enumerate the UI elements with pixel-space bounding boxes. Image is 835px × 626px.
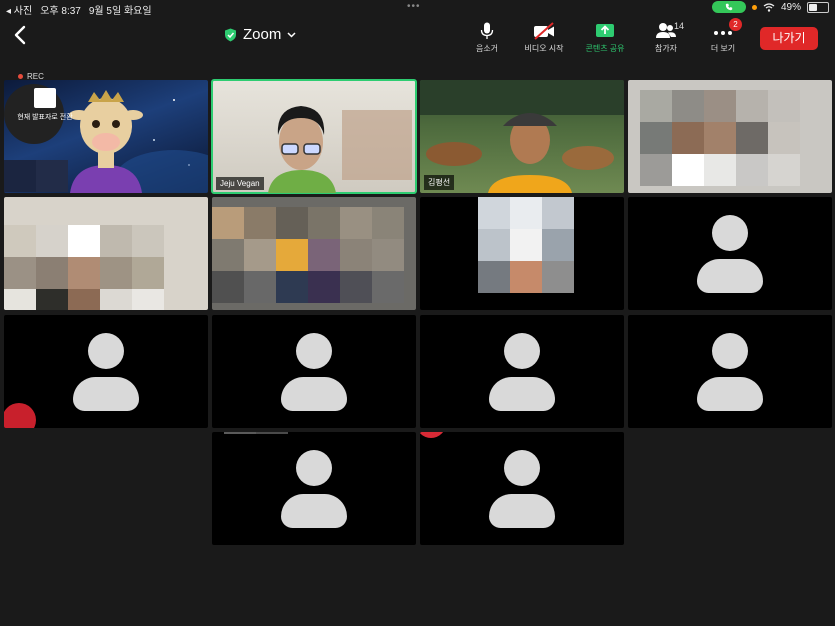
video-tile-blurred[interactable] [628, 80, 832, 193]
video-tile-farmer[interactable]: 김평선 [420, 80, 624, 193]
shield-check-icon [225, 28, 236, 41]
record-dot-icon [18, 74, 23, 79]
share-screen-icon [596, 24, 614, 37]
mute-button[interactable]: 음소거 [455, 22, 519, 54]
blurred-face [478, 197, 574, 293]
blurred-region [4, 160, 68, 192]
video-tile-no-video[interactable] [628, 315, 832, 428]
microphone-icon [480, 22, 494, 39]
video-tile-no-video[interactable] [212, 432, 416, 545]
status-time: 오후 8:37 [40, 6, 81, 17]
switch-to-active-speaker-label: 현재 발표자로 전환 [17, 114, 73, 121]
video-tile-blurred[interactable] [4, 197, 208, 310]
video-tile-no-video[interactable] [420, 432, 624, 545]
wifi-icon [763, 2, 775, 12]
meeting-toolbar: Zoom 음소거 비디오 시작 콘텐츠 공유 14 참가자 2 더 보기 나가기 [0, 16, 835, 62]
default-avatar-icon [296, 333, 332, 369]
more-button[interactable]: 2 더 보기 [691, 18, 755, 54]
default-avatar-body [697, 377, 763, 411]
default-avatar-icon [296, 450, 332, 486]
default-avatar-icon [712, 215, 748, 251]
video-tile-no-video[interactable] [420, 315, 624, 428]
participant-count: 14 [674, 21, 685, 31]
start-video-label: 비디오 시작 [524, 44, 564, 53]
status-bar: ◂ 사진 오후 8:37 9월 5일 화요일 ••• 49% [0, 0, 835, 17]
back-chevron-icon[interactable] [12, 24, 28, 46]
mic-in-use-indicator [751, 4, 757, 10]
video-off-icon [534, 22, 554, 40]
default-avatar-body [281, 494, 347, 528]
video-tile-no-video[interactable] [628, 197, 832, 310]
default-avatar-icon [88, 333, 124, 369]
battery-percent: 49% [780, 1, 801, 13]
share-content-label: 콘텐츠 공유 [585, 44, 625, 53]
default-avatar-body [73, 377, 139, 411]
back-to-app-link[interactable]: ◂ 사진 [6, 2, 32, 17]
video-tile-blurred[interactable] [212, 197, 416, 310]
chevron-down-icon [287, 31, 296, 38]
participants-button[interactable]: 14 참가자 [634, 21, 698, 54]
speaker-view-icon [34, 88, 56, 108]
meeting-title-dropdown[interactable]: Zoom [224, 26, 296, 43]
more-notification-badge: 2 [729, 18, 742, 31]
blurred-face [640, 90, 800, 186]
video-tile-jeju-vegan[interactable]: Jeju Vegan [211, 79, 417, 194]
video-tile-avatar[interactable]: 현재 발표자로 전환 [4, 80, 208, 193]
default-avatar-body [489, 377, 555, 411]
phone-icon [725, 3, 733, 11]
participant-name-tag: Jeju Vegan [216, 177, 264, 190]
video-tile-no-video[interactable] [4, 315, 208, 428]
status-right: 49% [711, 1, 829, 13]
blurred-region [224, 432, 288, 434]
meeting-title: Zoom [243, 26, 282, 43]
switch-to-active-speaker-button[interactable]: 현재 발표자로 전환 [10, 88, 80, 122]
blurred-region [420, 432, 446, 438]
blurred-face [4, 225, 164, 310]
leave-meeting-button[interactable]: 나가기 [760, 27, 818, 50]
mute-label: 음소거 [475, 44, 499, 53]
participant-name-tag: 김평선 [424, 175, 455, 190]
default-avatar-body [281, 377, 347, 411]
battery-icon [807, 1, 829, 13]
blurred-face [212, 207, 404, 303]
status-left: ◂ 사진 오후 8:37 9월 5일 화요일 [6, 2, 152, 17]
video-tile-blurred[interactable] [420, 197, 624, 310]
default-avatar-icon [504, 333, 540, 369]
share-content-button[interactable]: 콘텐츠 공유 [573, 22, 637, 54]
default-avatar-body [489, 494, 555, 528]
start-video-button[interactable]: 비디오 시작 [512, 22, 576, 54]
default-avatar-icon [712, 333, 748, 369]
multitasking-dots-icon[interactable]: ••• [407, 1, 421, 12]
default-avatar-body [697, 259, 763, 293]
participants-label: 참가자 [654, 44, 678, 53]
default-avatar-icon [504, 450, 540, 486]
status-date: 9월 5일 화요일 [88, 6, 152, 17]
video-tile-no-video[interactable] [212, 315, 416, 428]
blurred-region [4, 403, 36, 428]
active-call-pill[interactable] [711, 1, 746, 13]
more-label: 더 보기 [710, 44, 736, 53]
